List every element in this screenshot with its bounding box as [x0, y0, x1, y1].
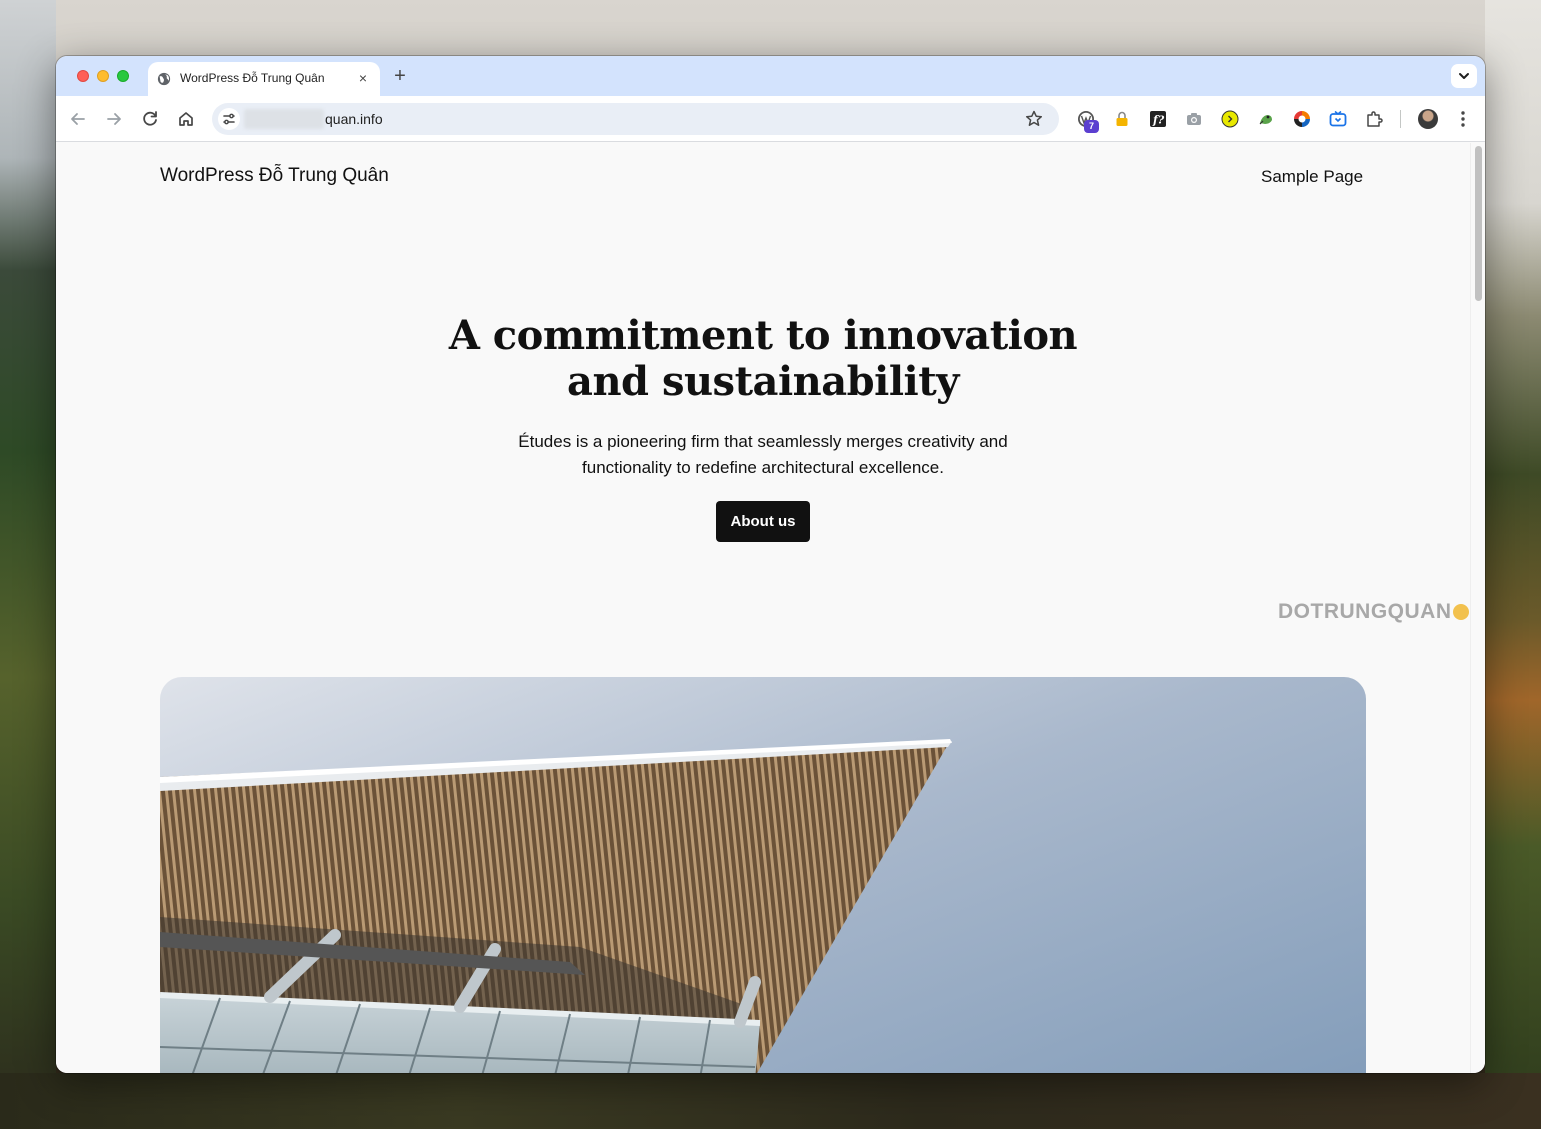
arrow-circle-extension-icon [1221, 110, 1239, 128]
desktop-wallpaper-right [1485, 0, 1541, 1129]
home-button[interactable] [174, 107, 198, 131]
browser-toolbar: quan.info 7 f? [56, 96, 1485, 142]
colorful-extension-icon [1294, 111, 1310, 127]
about-us-button[interactable]: About us [716, 501, 810, 542]
lock-extension[interactable] [1113, 110, 1131, 128]
new-tab-button[interactable]: + [389, 65, 411, 87]
hero-heading-line-1: A commitment to innovation [448, 312, 1078, 359]
tv-extension-icon [1329, 110, 1347, 127]
font-extension[interactable]: f? [1149, 110, 1167, 128]
url-text[interactable]: quan.info [325, 111, 383, 127]
hero-heading: A commitment to innovation and sustainab… [413, 313, 1113, 405]
kebab-menu-icon[interactable] [1453, 108, 1473, 130]
browser-tab-active[interactable]: WordPress Đỗ Trung Quân × [148, 62, 380, 96]
svg-text:f?: f? [1152, 114, 1165, 127]
forward-button[interactable] [102, 107, 126, 131]
tab-title: WordPress Đỗ Trung Quân [180, 71, 325, 85]
arrow-circle-extension[interactable] [1221, 110, 1239, 128]
font-extension-icon: f? [1150, 111, 1166, 127]
reload-button[interactable] [138, 107, 162, 131]
hero-heading-line-2: and sustainability [567, 358, 959, 405]
maximize-window-button[interactable] [117, 70, 129, 82]
bookmark-star-icon[interactable] [1024, 109, 1044, 129]
extensions-menu-button[interactable] [1365, 110, 1383, 128]
puzzle-icon [1367, 111, 1383, 127]
frog-extension[interactable] [1257, 110, 1275, 128]
browser-window: WordPress Đỗ Trung Quân × + quan.info 7 … [56, 56, 1485, 1073]
camera-extension-icon [1187, 113, 1201, 125]
tab-strip: WordPress Đỗ Trung Quân × + [56, 56, 1485, 96]
watermark-logo: DOTRUNGQUAN [1278, 600, 1452, 623]
chevron-down-icon [1459, 73, 1469, 79]
profile-avatar[interactable] [1418, 109, 1438, 129]
reload-icon [143, 111, 157, 126]
blurred-url-part [244, 109, 324, 129]
hero-description-line-2: functionality to redefine architectural … [582, 458, 944, 477]
address-bar[interactable]: quan.info [212, 103, 1059, 135]
toolbar-separator [1400, 110, 1401, 128]
building-photo [160, 677, 1366, 1073]
site-title-link[interactable]: WordPress Đỗ Trung Quân [160, 165, 389, 187]
desktop-wallpaper-left [0, 0, 56, 1129]
hero-description-line-1: Études is a pioneering firm that seamles… [518, 432, 1008, 451]
colorful-extension[interactable] [1293, 110, 1311, 128]
watermark-badge [1453, 604, 1469, 620]
tv-extension[interactable] [1329, 110, 1347, 128]
site-settings-button[interactable] [218, 108, 240, 130]
page-scrollbar[interactable] [1470, 143, 1485, 1073]
extension-badge: 7 [1084, 120, 1099, 133]
minimize-window-button[interactable] [97, 70, 109, 82]
tab-search-button[interactable] [1451, 64, 1477, 88]
scrollbar-thumb[interactable] [1475, 146, 1482, 301]
site-settings-icon [223, 113, 235, 125]
tab-close-icon[interactable]: × [355, 70, 371, 86]
hero-building-image [160, 677, 1366, 1073]
lock-extension-icon [1116, 111, 1128, 126]
globe-icon [157, 72, 171, 86]
forward-icon [107, 113, 121, 125]
desktop-wallpaper-bottom [0, 1073, 1541, 1129]
web-page: WordPress Đỗ Trung Quân Sample Page A co… [56, 143, 1470, 1073]
camera-extension[interactable] [1185, 110, 1203, 128]
hero-description: Études is a pioneering firm that seamles… [463, 429, 1063, 481]
back-button[interactable] [66, 107, 90, 131]
close-window-button[interactable] [77, 70, 89, 82]
frog-extension-icon [1259, 115, 1272, 125]
nav-link-sample-page[interactable]: Sample Page [1261, 167, 1363, 187]
back-icon [71, 113, 85, 125]
home-icon [179, 112, 193, 126]
